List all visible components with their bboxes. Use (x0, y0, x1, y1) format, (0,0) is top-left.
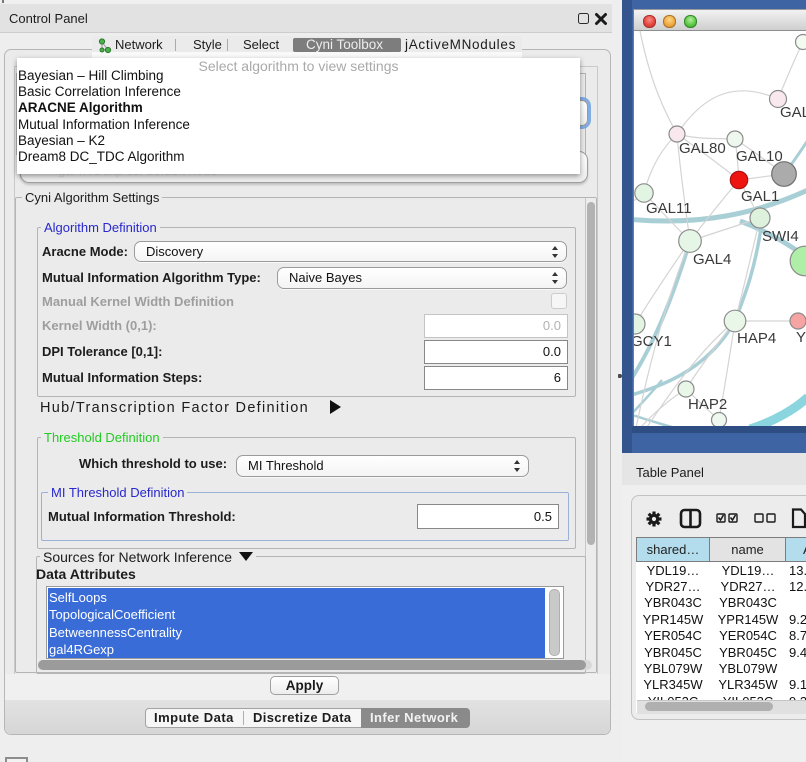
svg-text:GCY1: GCY1 (634, 333, 672, 350)
svg-text:GAL1: GAL1 (741, 188, 779, 205)
svg-text:GAL11: GAL11 (646, 200, 692, 217)
svg-text:GAL80: GAL80 (679, 140, 726, 157)
svg-text:GAL4: GAL4 (693, 251, 731, 268)
svg-text:YM: YM (796, 329, 806, 346)
svg-text:HAP4: HAP4 (737, 330, 776, 347)
svg-text:SWI4: SWI4 (762, 228, 799, 245)
svg-text:GAL10: GAL10 (736, 148, 783, 165)
svg-text:GAL2: GAL2 (780, 104, 806, 121)
svg-text:HAP2: HAP2 (688, 396, 727, 413)
